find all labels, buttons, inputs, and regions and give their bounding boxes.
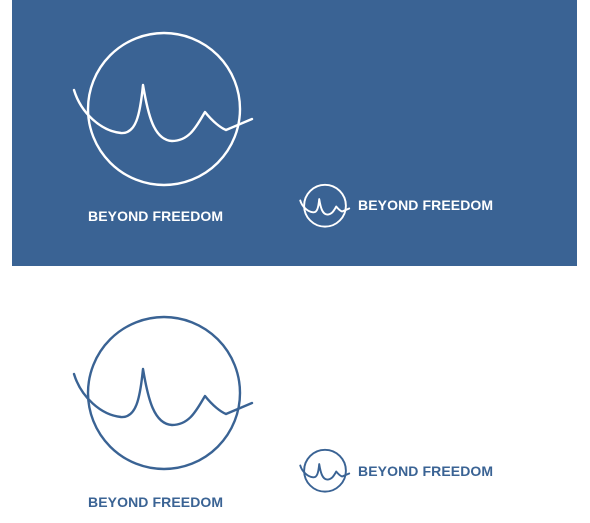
circle-wave-logo-icon — [299, 448, 351, 493]
circle-wave-logo-icon — [299, 183, 351, 228]
logo-inline-light — [299, 448, 351, 493]
brand-name-inline-dark: BEYOND FREEDOM — [358, 197, 494, 213]
brand-sheet: { "brand": { "name": "BEYOND FREEDOM" },… — [0, 0, 590, 523]
brand-name-large-dark: BEYOND FREEDOM — [88, 208, 224, 224]
logo-large-light — [72, 314, 254, 474]
brand-name-inline-light: BEYOND FREEDOM — [358, 463, 494, 479]
circle-wave-logo-icon — [72, 31, 254, 187]
logo-large-dark — [72, 30, 254, 190]
brand-name-large-light: BEYOND FREEDOM — [88, 494, 224, 510]
logo-inline-dark — [299, 183, 351, 228]
circle-wave-logo-icon — [72, 315, 254, 471]
